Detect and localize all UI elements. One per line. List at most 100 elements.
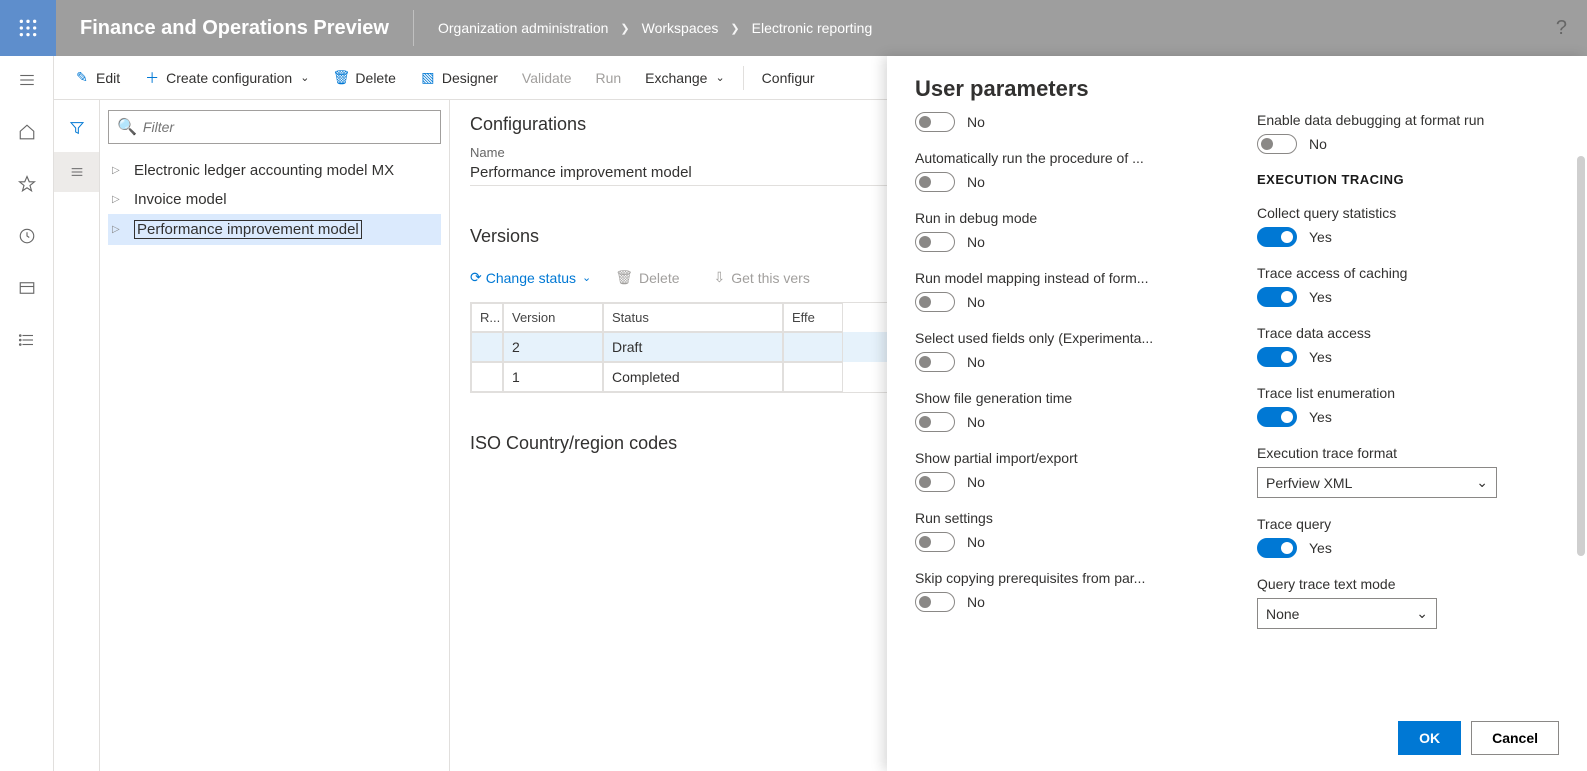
param-label: Run model mapping instead of form... — [915, 270, 1217, 286]
toggle-value: No — [967, 534, 985, 550]
help-button[interactable]: ? — [1536, 17, 1587, 40]
tree-item-ledger-mx[interactable]: ▷ Electronic ledger accounting model MX — [108, 156, 441, 185]
toggle-left-3[interactable] — [915, 292, 955, 312]
home-icon — [18, 123, 36, 141]
param-label: Enable data debugging at format run — [1257, 112, 1559, 128]
chevron-down-icon: ⌄ — [715, 71, 724, 84]
col-version[interactable]: Version — [503, 303, 603, 332]
workspace-icon — [18, 279, 36, 297]
cancel-button[interactable]: Cancel — [1471, 721, 1559, 755]
get-this-version-button[interactable]: ⇩ Get this vers — [704, 265, 820, 290]
tree-item-perf-improvement[interactable]: ▷ Performance improvement model — [108, 214, 441, 245]
validate-button[interactable]: Validate — [512, 66, 582, 90]
chevron-right-icon: ❯ — [730, 22, 739, 35]
param-label: Select used fields only (Experimenta... — [915, 330, 1217, 346]
tree-item-label: Electronic ledger accounting model MX — [134, 162, 394, 179]
get-this-label: Get this vers — [731, 270, 810, 286]
cell-version: 2 — [503, 332, 603, 362]
toggle-value: No — [967, 354, 985, 370]
toggle-left-6[interactable] — [915, 472, 955, 492]
toggle-right-1[interactable] — [1257, 287, 1297, 307]
configurations-button[interactable]: Configur — [752, 66, 825, 90]
toggle-value: No — [967, 414, 985, 430]
toggle-right-0[interactable] — [1257, 227, 1297, 247]
crumb-org-admin[interactable]: Organization administration — [438, 20, 608, 36]
trace-format-select[interactable]: Perfview XML ⌄ — [1257, 467, 1497, 498]
nav-menu-toggle[interactable] — [0, 66, 53, 94]
change-status-label: Change status — [486, 270, 576, 286]
exchange-button[interactable]: Exchange ⌄ — [635, 66, 735, 90]
version-delete-button[interactable]: 🗑 Delete — [605, 265, 689, 290]
nav-workspace[interactable] — [0, 274, 53, 302]
list-tool[interactable] — [54, 152, 99, 192]
crumb-workspaces[interactable]: Workspaces — [642, 20, 719, 36]
run-button: Run — [585, 66, 631, 90]
toggle-left-5[interactable] — [915, 412, 955, 432]
toggle-left-4[interactable] — [915, 352, 955, 372]
toggle-left-0[interactable] — [915, 112, 955, 132]
ok-button[interactable]: OK — [1398, 721, 1461, 755]
filter-input-wrapper[interactable]: 🔍 — [108, 110, 441, 144]
param-trace-query: Trace query Yes — [1257, 516, 1559, 558]
filter-tool[interactable] — [54, 108, 99, 148]
tree-expand-icon[interactable]: ▷ — [112, 224, 124, 235]
toggle-left-2[interactable] — [915, 232, 955, 252]
cell-blank — [471, 332, 503, 362]
tree-item-invoice-model[interactable]: ▷ Invoice model — [108, 185, 441, 214]
toggle-right-3[interactable] — [1257, 407, 1297, 427]
tree-expand-icon[interactable]: ▷ — [112, 194, 124, 205]
scrollbar-thumb[interactable] — [1577, 156, 1585, 556]
star-icon — [18, 175, 36, 193]
change-status-button[interactable]: ⟳ Change status ⌄ — [470, 269, 591, 286]
toolbar-separator — [743, 66, 744, 90]
delete-button[interactable]: 🗑 Delete — [323, 66, 405, 90]
tree-item-label: Performance improvement model — [134, 220, 362, 239]
cell-status: Draft — [603, 332, 783, 362]
col-status[interactable]: Status — [603, 303, 783, 332]
edit-label: Edit — [96, 70, 120, 86]
run-label: Run — [595, 70, 621, 86]
funnel-icon — [69, 120, 85, 136]
designer-icon: ▧ — [420, 70, 436, 86]
toggle-value: Yes — [1309, 540, 1332, 556]
nav-favorites[interactable] — [0, 170, 53, 198]
pencil-icon: ✎ — [74, 70, 90, 86]
flyout-right-column: Enable data debugging at format run No E… — [1257, 112, 1559, 695]
param-left-3: Run model mapping instead of form...No — [915, 270, 1217, 312]
tree-expand-icon[interactable]: ▷ — [112, 165, 124, 176]
edit-button[interactable]: ✎ Edit — [64, 66, 130, 90]
waffle-menu[interactable] — [0, 0, 56, 56]
toggle-left-8[interactable] — [915, 592, 955, 612]
toggle-right-2[interactable] — [1257, 347, 1297, 367]
delete-label: Delete — [355, 70, 395, 86]
param-label: Run settings — [915, 510, 1217, 526]
designer-button[interactable]: ▧ Designer — [410, 66, 508, 90]
toggle-left-1[interactable] — [915, 172, 955, 192]
validate-label: Validate — [522, 70, 572, 86]
exchange-label: Exchange — [645, 70, 707, 86]
param-left-8: Skip copying prerequisites from par...No — [915, 570, 1217, 612]
col-eff[interactable]: Effe — [783, 303, 843, 332]
nav-modules[interactable] — [0, 326, 53, 354]
clock-icon — [18, 227, 36, 245]
nav-home[interactable] — [0, 118, 53, 146]
filter-input[interactable] — [143, 119, 432, 135]
breadcrumb: Organization administration ❯ Workspaces… — [414, 20, 872, 36]
toggle-trace-query[interactable] — [1257, 538, 1297, 558]
param-label: Automatically run the procedure of ... — [915, 150, 1217, 166]
tree-item-label: Invoice model — [134, 191, 227, 208]
query-mode-select[interactable]: None ⌄ — [1257, 598, 1437, 629]
param-label: Collect query statistics — [1257, 205, 1559, 221]
nav-recent[interactable] — [0, 222, 53, 250]
col-r[interactable]: R... — [471, 303, 503, 332]
tree-pane: 🔍 ▷ Electronic ledger accounting model M… — [100, 100, 450, 771]
chevron-right-icon: ❯ — [620, 22, 629, 35]
param-left-4: Select used fields only (Experimenta... N… — [915, 330, 1217, 372]
param-label: Show partial import/export — [915, 450, 1217, 466]
crumb-electronic-reporting[interactable]: Electronic reporting — [752, 20, 873, 36]
toggle-left-7[interactable] — [915, 532, 955, 552]
create-config-button[interactable]: ＋ Create configuration ⌄ — [134, 66, 319, 90]
cell-eff — [783, 362, 843, 392]
toggle-enable-data-debug[interactable] — [1257, 134, 1297, 154]
waffle-icon — [18, 18, 38, 38]
